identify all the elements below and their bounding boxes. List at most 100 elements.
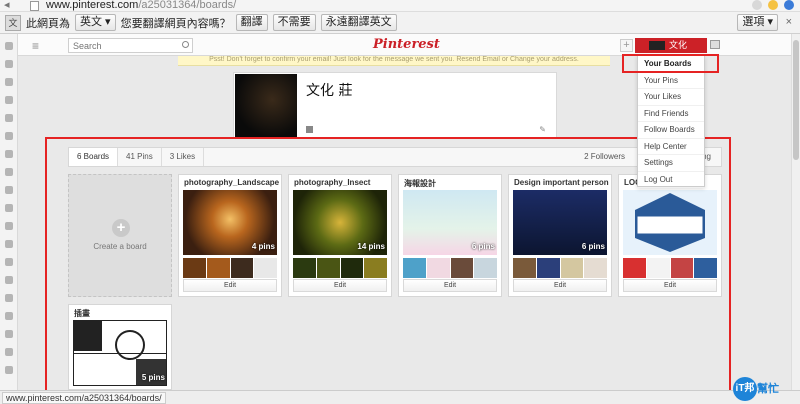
- nav-icon-13[interactable]: [5, 276, 13, 284]
- board-thumb[interactable]: [670, 258, 694, 278]
- nav-icon-17[interactable]: [5, 348, 13, 356]
- menu-item-settings[interactable]: Settings: [638, 155, 704, 172]
- board-thumb[interactable]: [293, 258, 316, 278]
- board-thumbnails: [513, 258, 607, 278]
- board-thumb[interactable]: [183, 258, 206, 278]
- extension-icons: [752, 0, 794, 10]
- address-text[interactable]: www.pinterest.com/a25031364/boards/: [46, 0, 236, 11]
- search-input[interactable]: [68, 38, 193, 53]
- nav-icon-1[interactable]: [5, 60, 13, 68]
- tab-likes[interactable]: 3 Likes: [162, 148, 205, 166]
- edit-board-button[interactable]: Edit: [183, 279, 277, 292]
- back-arrow-icon[interactable]: ◂: [4, 0, 10, 11]
- nav-icon-15[interactable]: [5, 312, 13, 320]
- board-card[interactable]: 插畫 5 pins: [68, 304, 172, 390]
- close-icon[interactable]: ×: [786, 16, 792, 28]
- edit-board-button[interactable]: Edit: [293, 279, 387, 292]
- board-title: Design important person ...: [514, 178, 610, 187]
- translate-prompt-suffix: 您要翻譯網頁內容嗎？: [120, 17, 231, 30]
- nav-icon-4[interactable]: [5, 114, 13, 122]
- board-thumb[interactable]: [646, 258, 670, 278]
- menu-item-your-pins[interactable]: Your Pins: [638, 73, 704, 89]
- menu-item-log-out[interactable]: Log Out: [638, 172, 704, 188]
- url-bar[interactable]: ◂ www.pinterest.com/a25031364/boards/: [0, 0, 800, 12]
- scrollbar-thumb[interactable]: [793, 40, 799, 160]
- always-translate-button[interactable]: 永遠翻譯英文: [320, 14, 397, 31]
- nav-icon-5[interactable]: [5, 132, 13, 140]
- confirm-email-banner: Psst! Don't forget to confirm your email…: [178, 56, 610, 66]
- nav-icon-14[interactable]: [5, 294, 13, 302]
- nav-icon-16[interactable]: [5, 330, 13, 338]
- board-thumb[interactable]: [513, 258, 536, 278]
- nav-icon-9[interactable]: [5, 204, 13, 212]
- facebook-icon[interactable]: [306, 126, 313, 133]
- board-title: 海報設計: [404, 179, 436, 188]
- menu-item-find-friends[interactable]: Find Friends: [638, 106, 704, 122]
- no-thanks-button[interactable]: 不需要: [272, 14, 316, 31]
- nav-icon-10[interactable]: [5, 222, 13, 230]
- board-cover-image[interactable]: [623, 190, 717, 255]
- tab-boards[interactable]: 6 Boards: [69, 148, 119, 166]
- board-thumb[interactable]: [623, 258, 646, 278]
- nav-icon-2[interactable]: [5, 78, 13, 86]
- search-icon[interactable]: [182, 41, 189, 48]
- vertical-scrollbar[interactable]: [791, 34, 800, 390]
- user-dropdown-menu: Your Boards Your Pins Your Likes Find Fr…: [637, 55, 705, 188]
- board-card[interactable]: LOG Edit: [618, 174, 722, 297]
- board-thumb[interactable]: [426, 258, 450, 278]
- board-thumb[interactable]: [584, 258, 607, 278]
- nav-icon-7[interactable]: [5, 168, 13, 176]
- board-card[interactable]: 海報設計 6 pins Edit: [398, 174, 502, 297]
- pinterest-logo[interactable]: Pinterest: [373, 37, 440, 52]
- create-board-tile[interactable]: + Create a board: [68, 174, 172, 297]
- menu-item-help-center[interactable]: Help Center: [638, 139, 704, 155]
- nav-icon-12[interactable]: [5, 258, 13, 266]
- star-icon[interactable]: [768, 0, 778, 10]
- menu-item-your-boards[interactable]: Your Boards: [638, 56, 704, 73]
- board-thumb[interactable]: [474, 258, 497, 278]
- board-card[interactable]: photography_Insect 14 pins Edit: [288, 174, 392, 297]
- options-button[interactable]: 選項 ▾: [737, 14, 778, 31]
- tab-followers[interactable]: 2 Followers: [584, 148, 625, 166]
- edit-board-button[interactable]: Edit: [623, 279, 717, 292]
- nav-icon-8[interactable]: [5, 186, 13, 194]
- board-thumb[interactable]: [694, 258, 717, 278]
- board-card[interactable]: Design important person ... 6 pins Edit: [508, 174, 612, 297]
- board-thumb[interactable]: [316, 258, 340, 278]
- board-thumbnails: [183, 258, 277, 278]
- board-thumb[interactable]: [450, 258, 474, 278]
- translate-button[interactable]: 翻譯: [235, 14, 268, 31]
- watermark-circle: iT邦: [733, 377, 757, 401]
- board-pin-count: 6 pins: [471, 242, 495, 251]
- menu-icon[interactable]: [5, 42, 13, 50]
- board-thumb[interactable]: [206, 258, 230, 278]
- edit-board-button[interactable]: Edit: [513, 279, 607, 292]
- user-menu-button[interactable]: 文化: [635, 38, 707, 53]
- nav-icon-3[interactable]: [5, 96, 13, 104]
- board-thumb[interactable]: [403, 258, 426, 278]
- board-thumb[interactable]: [536, 258, 560, 278]
- notifications-icon[interactable]: [710, 40, 720, 49]
- tab-pins[interactable]: 41 Pins: [118, 148, 162, 166]
- menu-item-follow-boards[interactable]: Follow Boards: [638, 122, 704, 139]
- profile-cover-image: [235, 74, 297, 138]
- board-thumb[interactable]: [340, 258, 364, 278]
- profile-tabs: 6 Boards 41 Pins 3 Likes 2 Followers ng: [68, 147, 722, 167]
- nav-icon-11[interactable]: [5, 240, 13, 248]
- add-pin-button[interactable]: +: [620, 39, 633, 52]
- left-sidebar-strip: [0, 34, 18, 390]
- nav-icon-18[interactable]: [5, 366, 13, 374]
- refresh-icon[interactable]: [752, 0, 762, 10]
- nav-icon-6[interactable]: [5, 150, 13, 158]
- board-card[interactable]: photography_Landscape 4 pins Edit: [178, 174, 282, 297]
- edit-profile-icon[interactable]: ✎: [539, 125, 546, 134]
- menu-item-your-likes[interactable]: Your Likes: [638, 89, 704, 106]
- hamburger-menu-icon[interactable]: ≡: [32, 39, 39, 53]
- board-thumb: [254, 258, 277, 278]
- board-thumb[interactable]: [230, 258, 254, 278]
- extension-icon[interactable]: [784, 0, 794, 10]
- board-thumb[interactable]: [560, 258, 584, 278]
- board-thumb[interactable]: [364, 258, 387, 278]
- edit-board-button[interactable]: Edit: [403, 279, 497, 292]
- language-select[interactable]: 英文 ▾: [75, 14, 116, 31]
